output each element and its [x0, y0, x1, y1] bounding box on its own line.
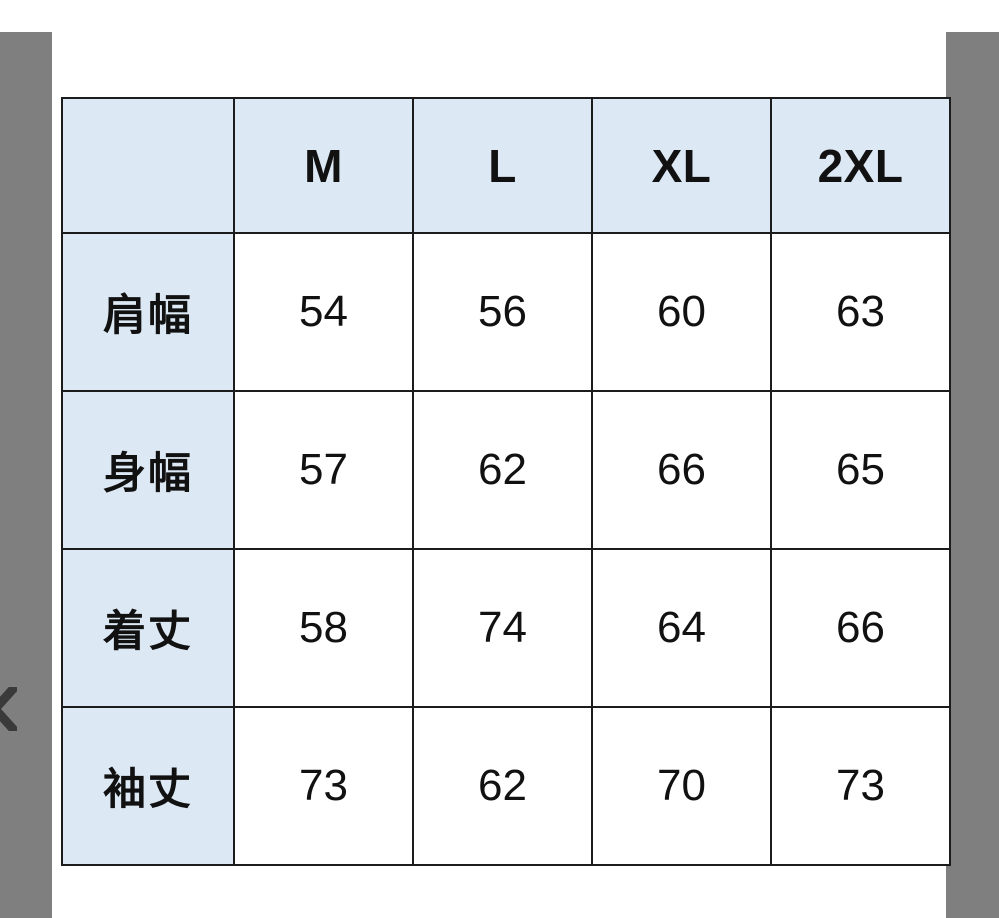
- row-label-sleeve-length: 袖丈: [61, 706, 235, 866]
- cell-sleeve-2xl: 73: [770, 706, 951, 866]
- cell-bodywidth-2xl: 65: [770, 390, 951, 550]
- cell-shoulder-xl: 60: [591, 232, 772, 392]
- column-header-l: L: [412, 97, 593, 234]
- row-label-shoulder-width: 肩幅: [61, 232, 235, 392]
- image-stage: M L XL 2XL 肩幅 54 56 60 63 身幅 57 62 66 65: [52, 0, 951, 918]
- column-header-2xl: 2XL: [770, 97, 951, 234]
- chevron-left-icon[interactable]: [0, 687, 17, 731]
- cell-shoulder-2xl: 63: [770, 232, 951, 392]
- table-row: 身幅 57 62 66 65: [61, 390, 951, 550]
- table-row: 袖丈 73 62 70 73: [61, 706, 951, 866]
- cell-bodylength-xl: 64: [591, 548, 772, 708]
- row-label-body-length: 着丈: [61, 548, 235, 708]
- cell-sleeve-m: 73: [233, 706, 414, 866]
- cell-bodylength-m: 58: [233, 548, 414, 708]
- cell-sleeve-l: 62: [412, 706, 593, 866]
- table-row: 肩幅 54 56 60 63: [61, 232, 951, 392]
- table-body: 肩幅 54 56 60 63 身幅 57 62 66 65 着丈 58 74 6…: [61, 232, 951, 866]
- column-header-m: M: [233, 97, 414, 234]
- cell-bodywidth-xl: 66: [591, 390, 772, 550]
- table-header: M L XL 2XL: [61, 97, 951, 234]
- previous-image-panel[interactable]: [0, 32, 52, 918]
- cell-bodylength-l: 74: [412, 548, 593, 708]
- cell-bodylength-2xl: 66: [770, 548, 951, 708]
- row-label-body-width: 身幅: [61, 390, 235, 550]
- table-corner-cell: [61, 97, 235, 234]
- column-header-xl: XL: [591, 97, 772, 234]
- cell-shoulder-l: 56: [412, 232, 593, 392]
- table-row: 着丈 58 74 64 66: [61, 548, 951, 708]
- cell-sleeve-xl: 70: [591, 706, 772, 866]
- cell-bodywidth-l: 62: [412, 390, 593, 550]
- cell-bodywidth-m: 57: [233, 390, 414, 550]
- next-image-panel[interactable]: [946, 32, 999, 918]
- size-chart-table: M L XL 2XL 肩幅 54 56 60 63 身幅 57 62 66 65: [61, 97, 951, 866]
- cell-shoulder-m: 54: [233, 232, 414, 392]
- table-header-row: M L XL 2XL: [61, 97, 951, 234]
